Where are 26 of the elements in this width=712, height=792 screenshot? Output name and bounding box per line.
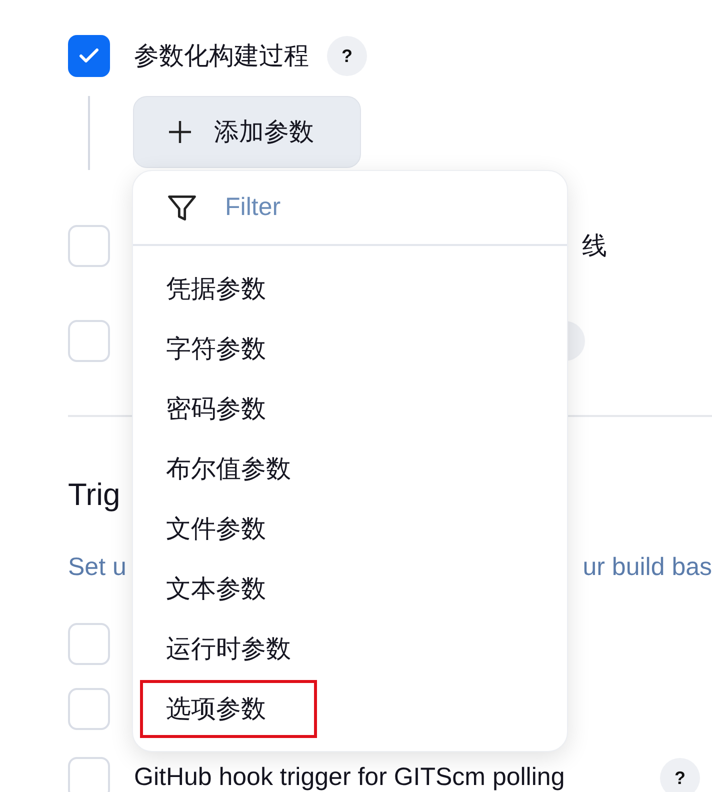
section-description: ur build bas [582, 552, 712, 583]
checkbox[interactable] [68, 225, 110, 267]
section-heading: Trig [68, 477, 122, 513]
help-button[interactable]: ? [327, 36, 367, 76]
checkbox[interactable] [68, 688, 110, 730]
checkbox[interactable] [68, 35, 110, 77]
checkbox[interactable] [68, 623, 110, 665]
menu-item[interactable]: 文本参数 [140, 560, 317, 618]
option-label: GitHub hook trigger for GITScm polling [134, 762, 565, 792]
add-parameter-button[interactable]: 添加参数 [133, 96, 361, 168]
menu-item[interactable]: 选项参数 [140, 680, 317, 738]
section-description: Set u [68, 552, 126, 583]
plus-icon [168, 120, 192, 144]
menu-item[interactable]: 布尔值参数 [140, 440, 317, 498]
menu-item[interactable]: 凭据参数 [140, 260, 317, 318]
checkbox[interactable] [68, 320, 110, 362]
check-icon [79, 48, 99, 64]
menu-item[interactable]: 字符参数 [140, 320, 317, 378]
option-label: 线 [582, 230, 607, 262]
menu-item[interactable]: 运行时参数 [140, 620, 317, 678]
help-button[interactable]: ? [660, 758, 700, 792]
filter-field[interactable]: Filter [225, 188, 525, 226]
menu-item[interactable]: 密码参数 [140, 380, 317, 438]
checkbox[interactable] [68, 757, 110, 792]
option-label: 参数化构建过程 [134, 40, 309, 72]
menu-item[interactable]: 文件参数 [140, 500, 317, 558]
